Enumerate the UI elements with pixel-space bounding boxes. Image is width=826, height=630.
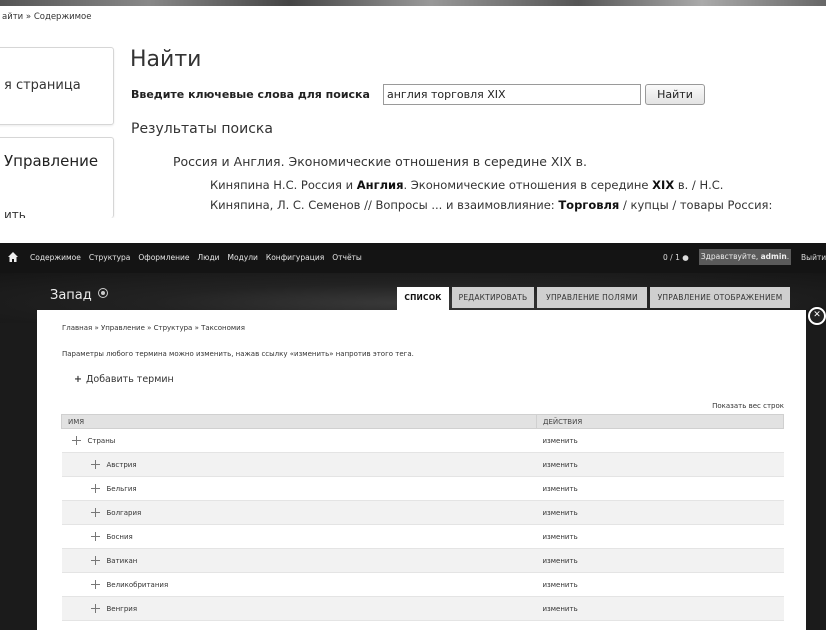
drag-handle-icon[interactable]	[90, 580, 100, 589]
edit-link[interactable]: изменить	[536, 476, 784, 501]
table-row: Страны изменить	[61, 428, 784, 453]
term-name-cell: Босния	[61, 524, 537, 549]
term-name-link[interactable]: Ватикан	[107, 557, 138, 565]
breadcrumb[interactable]: Главная » Управление » Структура » Таксо…	[62, 324, 245, 332]
edit-link[interactable]: изменить	[536, 428, 784, 453]
menu-item-config[interactable]: Конфигурация	[266, 253, 324, 262]
term-name-cell: Венгрия	[61, 596, 537, 621]
menu-item-reports[interactable]: Отчёты	[332, 253, 362, 262]
show-row-weights-link[interactable]: Показать вес строк	[712, 402, 784, 410]
term-name-link[interactable]: Австрия	[107, 461, 137, 469]
drag-handle-icon[interactable]	[71, 436, 81, 445]
tab-list[interactable]: СПИСОК	[397, 287, 449, 310]
admin-toolbar: Содержимое Структура Оформление Люди Мод…	[0, 243, 826, 273]
search-page: айти » Содержимое я страница Управление …	[0, 0, 826, 218]
term-name-cell: Страны	[61, 428, 537, 453]
sidebar-card-title: Управление	[4, 152, 99, 170]
term-name-link[interactable]: Босния	[107, 533, 133, 541]
term-name-cell: Бельгия	[61, 476, 537, 501]
users-icon: ●	[682, 253, 689, 262]
drag-handle-icon[interactable]	[90, 556, 100, 565]
menu-item-people[interactable]: Люди	[198, 253, 220, 262]
term-name-link[interactable]: Болгария	[107, 509, 142, 517]
table-row: Ватикан изменить	[61, 548, 784, 573]
menu-item-content[interactable]: Содержимое	[30, 253, 81, 262]
result-title-link[interactable]: Россия и Англия. Экономические отношения…	[173, 154, 587, 169]
add-term-link[interactable]: + Добавить термин	[74, 374, 174, 385]
table-row: Венгрия изменить	[61, 596, 784, 621]
drag-handle-icon[interactable]	[90, 460, 100, 469]
table-row: Великобритания изменить	[61, 572, 784, 597]
tab-manage-display[interactable]: УПРАВЛЕНИЕ ОТОБРАЖЕНИЕМ	[650, 287, 790, 308]
sidebar-card-page[interactable]: я страница	[0, 47, 114, 125]
search-label: Введите ключевые слова для поиска	[131, 88, 370, 101]
user-counter[interactable]: 0 / 1 ●	[663, 253, 689, 262]
term-name-cell: Болгария	[61, 500, 537, 525]
sidebar-card-label[interactable]: я страница	[4, 78, 81, 93]
edit-link[interactable]: изменить	[536, 524, 784, 549]
search-button[interactable]: Найти	[645, 84, 705, 105]
help-text: Параметры любого термина можно изменить,…	[62, 350, 414, 358]
result-snippet: Киняпина, Л. С. Семенов // Вопросы ... и…	[210, 198, 773, 212]
column-header-actions: ДЕЙСТВИЯ	[536, 414, 784, 429]
table-row: Бельгия изменить	[61, 476, 784, 501]
tab-edit[interactable]: РЕДАКТИРОВАТЬ	[452, 287, 534, 308]
edit-link[interactable]: изменить	[536, 500, 784, 525]
drag-handle-icon[interactable]	[90, 532, 100, 541]
logout-link[interactable]: Выйти	[801, 253, 826, 262]
sidebar-card-management: Управление ить	[0, 137, 114, 218]
tabs: СПИСОК РЕДАКТИРОВАТЬ УПРАВЛЕНИЕ ПОЛЯМИ У…	[397, 287, 790, 310]
edit-link[interactable]: изменить	[536, 452, 784, 477]
admin-screen: Содержимое Структура Оформление Люди Мод…	[0, 243, 826, 630]
table-row: Босния изменить	[61, 524, 784, 549]
term-name-link[interactable]: Великобритания	[107, 581, 169, 589]
breadcrumb[interactable]: айти » Содержимое	[2, 12, 91, 22]
menu-item-appearance[interactable]: Оформление	[138, 253, 189, 262]
vocabulary-title: Запад	[50, 288, 108, 303]
menu-item-modules[interactable]: Модули	[228, 253, 258, 262]
drag-handle-icon[interactable]	[90, 484, 100, 493]
sidebar-card-link[interactable]: ить	[4, 208, 26, 218]
search-input[interactable]	[383, 84, 641, 105]
table-row: Болгария изменить	[61, 500, 784, 525]
term-name-cell: Австрия	[61, 452, 537, 477]
term-name-link[interactable]: Венгрия	[107, 605, 138, 613]
column-header-name: ИМЯ	[61, 414, 537, 429]
tab-manage-fields[interactable]: УПРАВЛЕНИЕ ПОЛЯМИ	[537, 287, 647, 308]
close-overlay-button[interactable]: ✕	[808, 307, 826, 325]
terms-table: ИМЯ ДЕЙСТВИЯ Страны изменить Австрия измени…	[61, 414, 784, 621]
term-name-cell: Великобритания	[61, 572, 537, 597]
shortcut-add-icon[interactable]	[97, 288, 108, 298]
result-snippet: Киняпина Н.С. Россия и Англия. Экономиче…	[210, 178, 724, 192]
term-name-cell: Ватикан	[61, 548, 537, 573]
page-title: Найти	[130, 47, 202, 72]
admin-menu: Содержимое Структура Оформление Люди Мод…	[30, 253, 362, 262]
edit-link[interactable]: изменить	[536, 596, 784, 621]
home-icon[interactable]	[8, 252, 18, 262]
results-heading: Результаты поиска	[131, 121, 273, 137]
table-row: Австрия изменить	[61, 452, 784, 477]
term-name-link[interactable]: Страны	[88, 437, 116, 445]
plus-icon: +	[74, 374, 82, 385]
term-name-link[interactable]: Бельгия	[107, 485, 137, 493]
menu-item-structure[interactable]: Структура	[89, 253, 131, 262]
edit-link[interactable]: изменить	[536, 548, 784, 573]
header-banner-image	[0, 0, 826, 6]
edit-link[interactable]: изменить	[536, 572, 784, 597]
drag-handle-icon[interactable]	[90, 508, 100, 517]
drag-handle-icon[interactable]	[90, 604, 100, 613]
overlay-content: Главная » Управление » Структура » Таксо…	[37, 310, 806, 630]
user-greeting[interactable]: Здравствуйте, admin.	[699, 249, 791, 265]
